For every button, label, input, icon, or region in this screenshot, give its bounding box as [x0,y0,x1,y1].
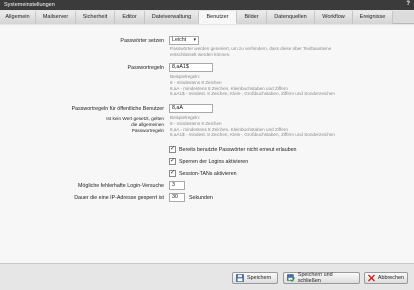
set-passwords-help: Passwörter werden generiert, um zu verhi… [170,46,332,57]
tab-datenquellen[interactable]: Datenquellen [267,11,315,24]
save-and-close-label: Speichern und schließen [297,272,333,284]
tab-sicherheit[interactable]: Sicherheit [76,11,115,24]
save-and-close-button[interactable]: Speichern und schließen [283,272,360,284]
tab-benutzer[interactable]: Benutzer [199,11,237,24]
lock-duration-label: Dauer die eine IP-Adresse gesperrt ist [74,195,164,201]
session-tans-checkbox[interactable]: ✓ [169,170,176,177]
cancel-button[interactable]: Abbrechen [364,272,408,284]
tab-editor[interactable]: Editor [115,11,145,24]
reuse-passwords-label: Bereits benutzte Passwörter nicht erneut… [179,147,297,153]
save-button[interactable]: Speichern [232,272,278,284]
public-password-rules-label: Passwortregeln für öffentliche Benutzer [71,106,164,112]
password-rules-help: Beispielregeln: 8 - mindestens 8 Zeichen… [170,74,400,97]
session-tans-label: Session-TANs aktivieren [179,171,237,177]
set-passwords-label: Passwörter setzen [120,38,164,44]
lock-logins-checkbox[interactable]: ✓ [169,158,176,165]
tab-mailserver[interactable]: Mailserver [36,11,76,24]
chevron-down-icon: ▾ [193,37,196,43]
tab-allgemein[interactable]: Allgemein [0,11,36,24]
max-attempts-label: Mögliche fehlerhafte Login-Versuche [78,183,164,189]
window-titlebar: Systemeinstellungen ? [0,0,414,10]
tab-workflow[interactable]: Workflow [315,11,353,24]
max-attempts-input[interactable]: 3 [169,181,185,190]
window-title: Systemeinstellungen [4,2,55,8]
help-line: 8,aA1$ - mindest. 8 Zeichen, Klein-, Gro… [170,132,335,138]
public-password-rules-help: Beispielregeln: 8 - mindestens 8 Zeichen… [170,115,400,138]
cancel-label: Abbrechen [377,275,404,281]
lock-logins-label: Sperren der Logins aktivieren [179,159,249,165]
save-close-icon [287,274,295,282]
save-icon [236,274,244,282]
password-rules-input[interactable]: 8,aA1$ [169,63,213,72]
set-passwords-value: Leicht [172,37,187,43]
help-line: 8,aA1$ - mindest. 8 Zeichen, Klein-, Gro… [170,91,335,97]
set-passwords-select[interactable]: Leicht ▾ [169,36,199,45]
dialog-footer: Speichern Speichern und schließen Abbrec… [0,263,414,290]
help-button[interactable]: ? [406,1,410,7]
public-password-rules-input[interactable]: 8,aA [169,104,213,113]
lock-duration-unit: Sekunden [189,195,213,201]
save-label: Speichern [247,275,272,281]
tab-bilder[interactable]: Bilder [237,11,267,24]
tab-bar: Allgemein Mailserver Sicherheit Editor D… [0,11,414,24]
tab-dateiverwaltung[interactable]: Dateiverwaltung [145,11,199,24]
lock-duration-input[interactable]: 30 [169,193,185,202]
tab-ereignisse[interactable]: Ereignisse [353,11,393,24]
close-icon [368,274,375,282]
reuse-passwords-checkbox[interactable]: ✓ [169,146,176,153]
public-password-rules-note: Ist kein Wert gesetzt, gelten die allgem… [106,116,164,133]
settings-panel: Passwörter setzen Leicht ▾ Passwörter we… [0,25,414,263]
password-rules-label: Passwortregeln [127,65,164,71]
